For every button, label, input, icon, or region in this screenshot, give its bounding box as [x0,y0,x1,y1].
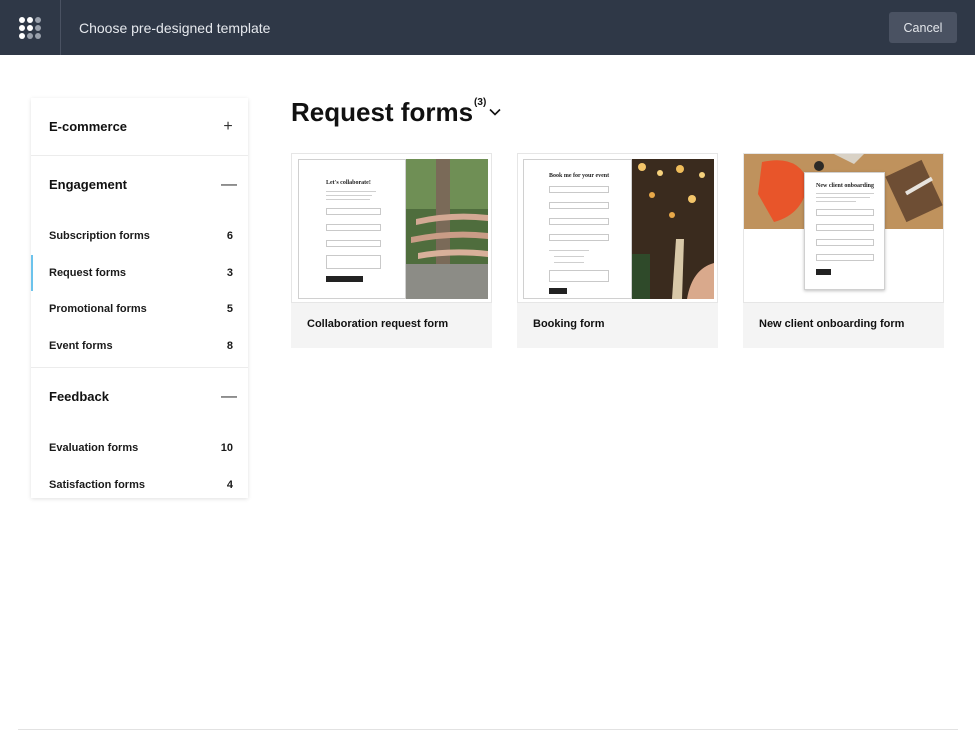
template-name: Booking form [533,318,605,330]
form-preview: New client onboarding [804,172,885,290]
item-count: 10 [220,442,233,455]
template-preview: Let's collaborate! [291,153,492,303]
engagement-list: Subscription forms 6 Request forms 3 Pro… [31,213,248,367]
sidebar-item-subscription-forms[interactable]: Subscription forms 6 [31,218,248,255]
template-card[interactable]: New client onboarding New client onboard… [743,153,944,348]
section-feedback[interactable]: Feedback — [31,368,248,425]
chevron-down-icon[interactable] [488,105,502,119]
template-name: New client onboarding form [759,318,905,330]
item-count: 3 [226,266,233,279]
template-preview: Book me for your event [517,153,718,303]
section-engagement[interactable]: Engagement — [31,156,248,213]
template-name: Collaboration request form [307,318,449,330]
expand-icon[interactable]: + [221,118,235,136]
sidebar-item-satisfaction-forms[interactable]: Satisfaction forms 4 [31,467,248,504]
divider [18,729,958,730]
cancel-button[interactable]: Cancel [889,12,957,43]
logo-cell [0,0,61,55]
top-bar: Choose pre-designed template Cancel [0,0,975,55]
preview-title: New client onboarding [816,183,875,189]
item-label: Subscription forms [49,230,150,243]
form-preview: Let's collaborate! [298,159,406,299]
item-count: 4 [226,478,233,491]
dialog-title: Choose pre-designed template [79,19,271,36]
feedback-list: Evaluation forms 10 Satisfaction forms 4 [31,425,248,506]
category-heading[interactable]: Request forms (3) [291,96,502,128]
section-title: Engagement [49,177,128,192]
item-label: Satisfaction forms [49,478,145,491]
section-ecommerce[interactable]: E-commerce + [31,98,248,155]
sidebar-item-promotional-forms[interactable]: Promotional forms 5 [31,291,248,328]
event-lights-image [632,159,714,299]
sidebar-item-event-forms[interactable]: Event forms 8 [31,328,248,365]
forest-hands-image [406,159,488,299]
form-preview: Book me for your event [523,159,632,299]
item-label: Evaluation forms [49,442,139,455]
preview-title: Book me for your event [549,173,610,179]
sidebar-item-request-forms[interactable]: Request forms 3 [31,254,248,292]
item-count: 5 [226,303,233,316]
section-title: E-commerce [49,119,128,134]
item-label: Promotional forms [49,303,147,316]
category-sidebar: E-commerce + Engagement — Subscription f… [31,98,248,498]
template-card[interactable]: Let's collaborate! Collaboration request… [291,153,492,348]
page-title: Request forms [291,97,474,127]
preview-title: Let's collaborate! [326,180,371,186]
item-label: Request forms [49,266,127,279]
collapse-icon[interactable]: — [221,388,237,406]
collapse-icon[interactable]: — [221,176,237,194]
item-count: 8 [226,339,233,352]
template-preview: New client onboarding [743,153,944,303]
item-count: 6 [226,230,233,243]
section-title: Feedback [49,389,109,404]
app-logo-icon [19,16,41,39]
item-label: Event forms [49,339,113,352]
template-count: (3) [474,97,487,108]
template-card[interactable]: Book me for your event Booking form [517,153,718,348]
sidebar-item-evaluation-forms[interactable]: Evaluation forms 10 [31,430,248,467]
